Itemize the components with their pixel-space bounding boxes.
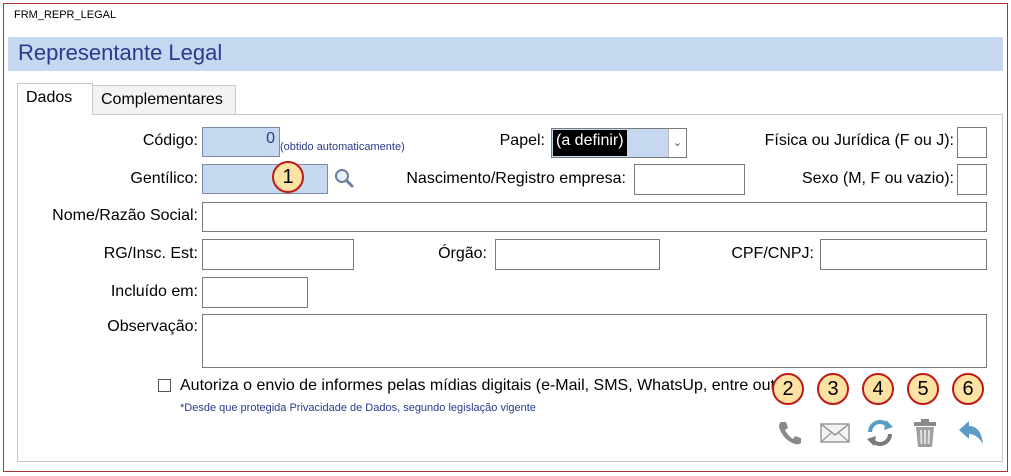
window-title: FRM_REPR_LEGAL bbox=[14, 9, 117, 21]
marker-4: 4 bbox=[862, 373, 894, 405]
papel-select[interactable]: (a definir) ⌄ bbox=[551, 128, 687, 158]
fisica-juridica-field[interactable] bbox=[957, 127, 987, 158]
codigo-field[interactable]: 0 bbox=[202, 127, 280, 157]
marker-3: 3 bbox=[817, 373, 849, 405]
consent-checkbox[interactable] bbox=[158, 379, 171, 392]
trash-icon[interactable] bbox=[911, 417, 939, 449]
chevron-down-icon[interactable]: ⌄ bbox=[668, 129, 686, 157]
rg-field[interactable] bbox=[202, 239, 354, 270]
fisica-juridica-label: Física ou Jurídica (F ou J): bbox=[764, 132, 954, 149]
marker-2: 2 bbox=[772, 373, 804, 405]
marker-6: 6 bbox=[952, 373, 984, 405]
incluido-field[interactable] bbox=[202, 277, 308, 308]
phone-icon[interactable] bbox=[775, 418, 805, 448]
observacao-label: Observação: bbox=[107, 318, 198, 335]
sexo-label: Sexo (M, F ou vazio): bbox=[801, 170, 954, 187]
header-band: Representante Legal bbox=[8, 37, 1003, 71]
nascimento-field[interactable] bbox=[634, 164, 745, 195]
refresh-icon[interactable] bbox=[864, 418, 896, 448]
gentilico-field[interactable] bbox=[202, 164, 328, 194]
search-icon[interactable] bbox=[333, 167, 355, 189]
page-title: Representante Legal bbox=[18, 40, 223, 65]
back-icon[interactable] bbox=[955, 418, 987, 448]
marker-1: 1 bbox=[272, 161, 304, 193]
consent-label: Autoriza o envio de informes pelas mídia… bbox=[180, 377, 781, 394]
sexo-field[interactable] bbox=[957, 164, 987, 195]
consent-note: *Desde que protegida Privacidade de Dado… bbox=[180, 402, 536, 414]
observacao-field[interactable] bbox=[202, 314, 987, 368]
gentilico-label: Gentílico: bbox=[130, 170, 198, 187]
cpf-field[interactable] bbox=[820, 239, 987, 270]
nome-label: Nome/Razão Social: bbox=[52, 207, 198, 224]
orgao-field[interactable] bbox=[495, 239, 660, 270]
cpf-label: CPF/CNPJ: bbox=[731, 245, 814, 262]
marker-5: 5 bbox=[907, 373, 939, 405]
papel-label: Papel: bbox=[499, 132, 545, 149]
incluido-label: Incluído em: bbox=[110, 283, 198, 300]
tab-complementares[interactable]: Complementares bbox=[92, 85, 236, 114]
codigo-label: Código: bbox=[142, 132, 198, 149]
nome-field[interactable] bbox=[202, 202, 987, 232]
rg-label: RG/Insc. Est: bbox=[103, 245, 198, 262]
codigo-value: 0 bbox=[266, 130, 275, 147]
orgao-label: Órgão: bbox=[438, 245, 487, 262]
codigo-hint: (obtido automaticamente) bbox=[280, 141, 405, 153]
mail-icon[interactable] bbox=[819, 420, 851, 446]
papel-value: (a definir) bbox=[553, 130, 627, 156]
tab-dados[interactable]: Dados bbox=[17, 83, 93, 115]
nascimento-label: Nascimento/Registro empresa: bbox=[406, 170, 626, 187]
